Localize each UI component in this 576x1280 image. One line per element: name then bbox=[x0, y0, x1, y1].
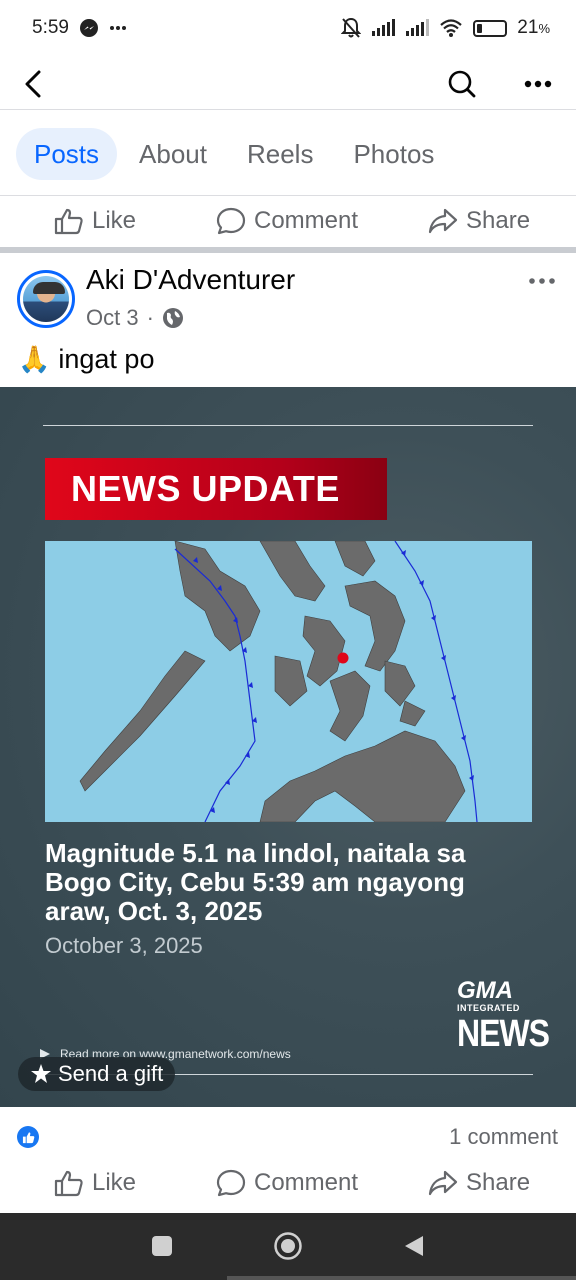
gift-star-icon bbox=[31, 1064, 51, 1083]
like-label: Like bbox=[92, 207, 137, 234]
post-comment-label: Comment bbox=[254, 1169, 359, 1196]
status-bar: 5:59 21% bbox=[0, 0, 576, 56]
meta-separator: · bbox=[146, 305, 154, 330]
back-triangle-icon bbox=[405, 1236, 423, 1256]
post-image[interactable]: NEWS UPDATE Magnitude 5.1 na lindol, nai… bbox=[0, 387, 576, 1107]
avatar-photo bbox=[23, 276, 69, 322]
nav-divider bbox=[0, 109, 576, 110]
back-arrow-icon bbox=[25, 70, 41, 98]
globe-icon bbox=[162, 308, 183, 328]
system-nav-bar bbox=[0, 1213, 576, 1280]
tab-posts[interactable]: Posts bbox=[16, 128, 118, 180]
square-icon bbox=[152, 1236, 172, 1256]
like-button[interactable]: Like bbox=[54, 207, 136, 235]
signal-icon bbox=[371, 19, 396, 37]
thumbs-up-icon bbox=[22, 1131, 34, 1143]
more-notifications-icon bbox=[109, 25, 127, 31]
send-gift-label: Send a gift bbox=[58, 1061, 164, 1086]
post-like-button[interactable]: Like bbox=[54, 1169, 136, 1197]
previous-post-actions: Like Comment Share bbox=[0, 196, 576, 246]
gma-news-logo: GMA INTEGRATED NEWS bbox=[455, 967, 550, 1054]
tab-reels[interactable]: Reels bbox=[229, 128, 331, 180]
like-reaction-badge[interactable] bbox=[17, 1126, 39, 1148]
status-left: 5:59 bbox=[32, 17, 127, 39]
send-gift-button[interactable]: Send a gift bbox=[18, 1057, 176, 1091]
post-share-button[interactable]: Share bbox=[428, 1169, 530, 1197]
profile-tabs: Posts About Reels Photos bbox=[16, 127, 452, 181]
post-separator bbox=[0, 247, 576, 253]
more-button[interactable] bbox=[516, 62, 560, 106]
like-icon bbox=[54, 1170, 83, 1197]
post-author[interactable]: Aki D'Adventurer bbox=[86, 264, 295, 296]
search-button[interactable] bbox=[440, 62, 484, 106]
share-icon bbox=[428, 1170, 458, 1196]
post-meta: Oct 3 · bbox=[86, 305, 184, 331]
tab-about[interactable]: About bbox=[121, 128, 225, 180]
post-comment-button[interactable]: Comment bbox=[216, 1169, 358, 1197]
comment-icon bbox=[216, 1169, 246, 1197]
messenger-icon bbox=[79, 18, 99, 38]
share-button[interactable]: Share bbox=[428, 207, 530, 235]
avatar[interactable] bbox=[17, 270, 75, 328]
wifi-icon bbox=[439, 18, 463, 38]
more-dots-icon bbox=[529, 278, 555, 284]
news-banner: NEWS UPDATE bbox=[45, 458, 387, 520]
home-button[interactable] bbox=[273, 1231, 303, 1261]
back-button[interactable] bbox=[12, 62, 56, 106]
logo-bottom: NEWS bbox=[457, 1011, 550, 1055]
top-nav bbox=[0, 56, 576, 110]
comment-button[interactable]: Comment bbox=[216, 207, 358, 235]
epicenter-marker bbox=[337, 652, 349, 664]
earthquake-map bbox=[45, 541, 532, 822]
signal-icon-2 bbox=[405, 19, 430, 37]
comment-icon bbox=[216, 207, 246, 235]
post-caption: ingat po bbox=[58, 344, 155, 374]
mute-bell-icon bbox=[341, 17, 362, 39]
share-label: Share bbox=[466, 207, 531, 234]
share-icon bbox=[428, 208, 458, 234]
image-top-rule bbox=[43, 425, 533, 426]
home-indicator bbox=[227, 1276, 576, 1280]
news-headline: Magnitude 5.1 na lindol, naitala sa Bogo… bbox=[45, 838, 466, 926]
post-like-label: Like bbox=[92, 1169, 137, 1196]
post-share-label: Share bbox=[466, 1169, 531, 1196]
recents-button[interactable] bbox=[147, 1231, 177, 1261]
tab-photos[interactable]: Photos bbox=[335, 128, 452, 180]
like-icon bbox=[54, 208, 83, 235]
more-dots-icon bbox=[524, 80, 552, 88]
battery-percent: 21% bbox=[517, 17, 550, 38]
avatar-cap bbox=[33, 282, 65, 294]
comment-count[interactable]: 1 comment bbox=[449, 1124, 558, 1150]
post-actions: Like Comment Share bbox=[0, 1158, 576, 1208]
post-text: 🙏 ingat po bbox=[18, 344, 154, 375]
home-circle-icon bbox=[274, 1232, 302, 1260]
status-right: 21% bbox=[341, 17, 550, 39]
comment-label: Comment bbox=[254, 207, 359, 234]
logo-top: GMA bbox=[457, 977, 513, 1004]
status-time: 5:59 bbox=[32, 17, 69, 38]
news-date: October 3, 2025 bbox=[45, 933, 203, 958]
post-date[interactable]: Oct 3 bbox=[86, 305, 139, 331]
map-graphic bbox=[79, 541, 478, 822]
battery-level bbox=[477, 23, 483, 33]
battery-icon bbox=[473, 19, 508, 37]
search-icon bbox=[448, 70, 476, 98]
praying-hands-icon: 🙏 bbox=[18, 344, 51, 374]
back-nav-button[interactable] bbox=[399, 1231, 429, 1261]
post-options-button[interactable] bbox=[522, 266, 562, 296]
